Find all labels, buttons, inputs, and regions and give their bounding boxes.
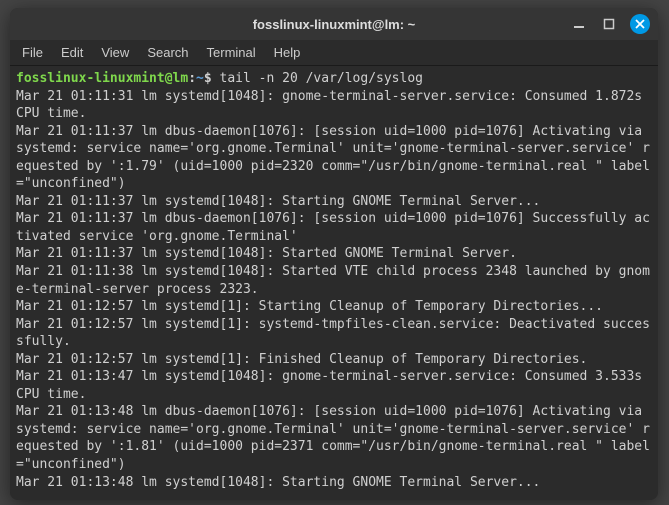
terminal-output[interactable]: fosslinux-linuxmint@lm:~$ tail -n 20 /va… xyxy=(10,66,658,500)
prompt-sep2: $ xyxy=(204,71,220,86)
maximize-button[interactable] xyxy=(600,15,618,33)
log-line: Mar 21 01:11:31 lm systemd[1048]: gnome-… xyxy=(16,89,650,122)
log-line: Mar 21 01:13:48 lm dbus-daemon[1076]: [s… xyxy=(16,404,650,472)
menubar: File Edit View Search Terminal Help xyxy=(10,40,658,66)
menu-help[interactable]: Help xyxy=(274,45,301,60)
titlebar: fosslinux-linuxmint@lm: ~ xyxy=(10,8,658,40)
log-line: Mar 21 01:12:57 lm systemd[1]: systemd-t… xyxy=(16,317,650,350)
menu-search[interactable]: Search xyxy=(147,45,188,60)
close-button[interactable] xyxy=(630,14,650,34)
log-line: Mar 21 01:12:57 lm systemd[1]: Finished … xyxy=(16,352,587,367)
prompt-sep1: : xyxy=(188,71,196,86)
close-icon xyxy=(635,19,645,29)
window-controls xyxy=(570,8,650,40)
prompt-user: fosslinux-linuxmint@lm xyxy=(16,71,188,86)
minimize-button[interactable] xyxy=(570,15,588,33)
command-text: tail -n 20 /var/log/syslog xyxy=(220,71,424,86)
prompt-path: ~ xyxy=(196,71,204,86)
log-line: Mar 21 01:12:57 lm systemd[1]: Starting … xyxy=(16,299,603,314)
log-line: Mar 21 01:13:48 lm systemd[1048]: Starti… xyxy=(16,475,540,490)
menu-terminal[interactable]: Terminal xyxy=(207,45,256,60)
log-line: Mar 21 01:11:37 lm dbus-daemon[1076]: [s… xyxy=(16,124,650,192)
log-line: Mar 21 01:11:37 lm systemd[1048]: Starti… xyxy=(16,194,540,209)
maximize-icon xyxy=(603,18,615,30)
menu-edit[interactable]: Edit xyxy=(61,45,83,60)
log-line: Mar 21 01:11:37 lm systemd[1048]: Starte… xyxy=(16,246,517,261)
log-line: Mar 21 01:11:38 lm systemd[1048]: Starte… xyxy=(16,264,650,297)
minimize-icon xyxy=(573,18,585,30)
menu-view[interactable]: View xyxy=(101,45,129,60)
log-line: Mar 21 01:13:47 lm systemd[1048]: gnome-… xyxy=(16,369,650,402)
menu-file[interactable]: File xyxy=(22,45,43,60)
window-title: fosslinux-linuxmint@lm: ~ xyxy=(253,17,416,32)
terminal-window: fosslinux-linuxmint@lm: ~ File Edit View… xyxy=(10,8,658,500)
log-line: Mar 21 01:11:37 lm dbus-daemon[1076]: [s… xyxy=(16,211,650,244)
